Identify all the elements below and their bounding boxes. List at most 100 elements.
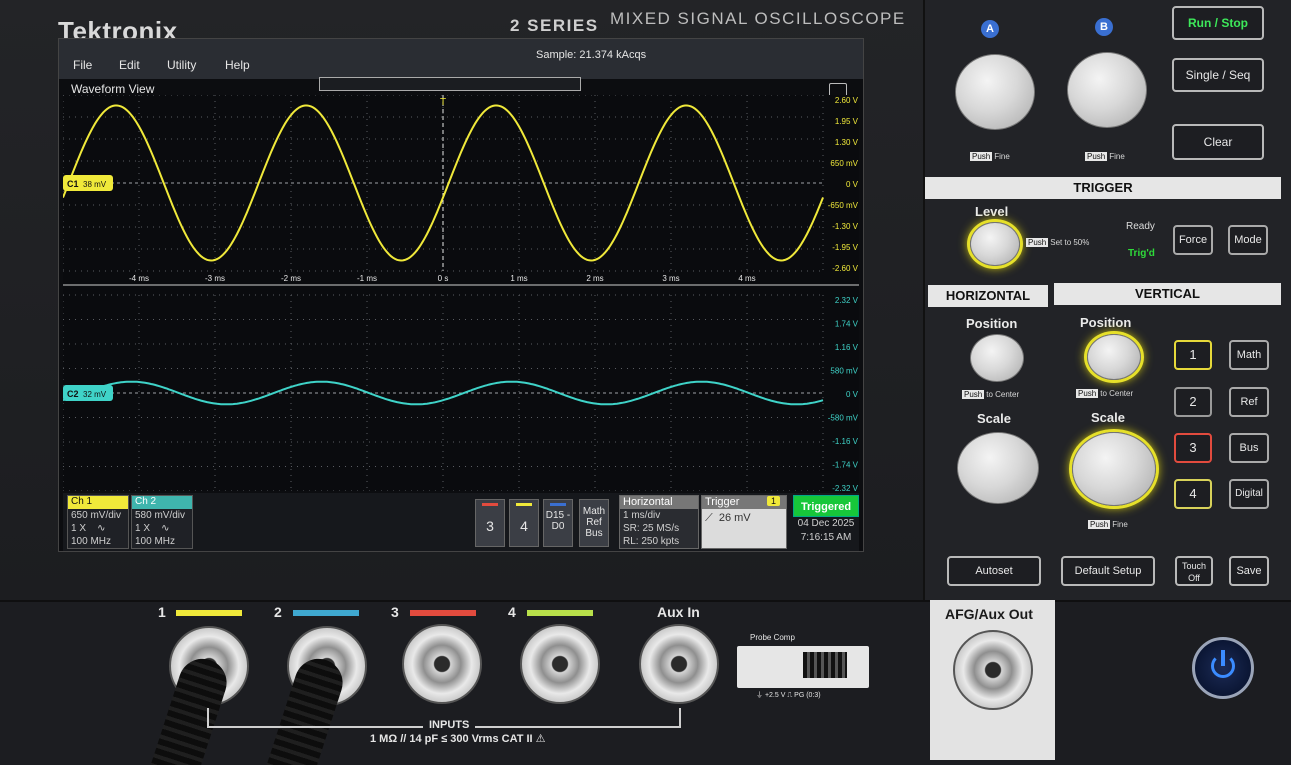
- digital-chip-label: D15 -D0: [545, 510, 571, 532]
- multipurpose-knob-b[interactable]: [1067, 52, 1147, 128]
- ch3-bnc-connector[interactable]: [402, 624, 482, 704]
- ch1-badge[interactable]: Ch 1 650 mV/div 1 X ∿ 100 MHz: [67, 495, 129, 549]
- channel-4-button[interactable]: 4: [1174, 479, 1212, 509]
- aux-in-bnc-connector[interactable]: [639, 624, 719, 704]
- touch-off-button[interactable]: Touch Off: [1175, 556, 1213, 586]
- sample-rate: SR: 25 MS/s: [623, 523, 680, 534]
- ch4-add-button[interactable]: 4: [509, 499, 539, 547]
- ch1-y-tick-label: -650 mV: [828, 201, 859, 210]
- time-readout: 7:16:15 AM: [800, 532, 852, 543]
- probe-comp-label: Probe Comp: [750, 633, 795, 642]
- ch2-probe: 1 X: [135, 523, 151, 534]
- x-tick-label: -3 ms: [205, 274, 225, 283]
- channel-1-button[interactable]: 1: [1174, 340, 1212, 370]
- menu-help[interactable]: Help: [225, 58, 250, 72]
- ch2-y-tick-label: 1.16 V: [835, 343, 859, 352]
- horizontal-badge[interactable]: Horizontal 1 ms/div SR: 25 MS/s RL: 250 …: [619, 495, 699, 549]
- default-setup-button[interactable]: Default Setup: [1061, 556, 1155, 586]
- trigger-section-head: TRIGGER: [925, 177, 1281, 199]
- trigger-position-marker: T: [440, 97, 446, 108]
- horizontal-position-knob[interactable]: [970, 334, 1024, 382]
- ch2-coupling-icon: ∿: [161, 523, 170, 534]
- x-tick-label: 4 ms: [738, 274, 755, 283]
- autoset-button[interactable]: Autoset: [947, 556, 1041, 586]
- trigger-badge-header: Trigger 1: [702, 496, 786, 509]
- math-button[interactable]: Math: [1229, 340, 1269, 370]
- ch1-y-tick-label: 1.30 V: [835, 138, 859, 147]
- ch1-bandwidth: 100 MHz: [71, 536, 112, 547]
- ch3-add-button[interactable]: 3: [475, 499, 505, 547]
- waveform-view-title: Waveform View: [71, 82, 155, 96]
- ch1-y-tick-label: 1.95 V: [835, 117, 859, 126]
- channel-3-button[interactable]: 3: [1174, 433, 1212, 463]
- x-tick-label: 0 s: [438, 274, 449, 283]
- badge-bar: Ch 1 650 mV/div 1 X ∿ 100 MHz Ch 2 580 m…: [63, 493, 859, 551]
- menu-utility[interactable]: Utility: [167, 58, 196, 72]
- save-button[interactable]: Save: [1229, 556, 1269, 586]
- waveform-area[interactable]: T 2.60 V 1.95 V 1.30 V 650 mV 0 V -650 mV -1.30…: [63, 95, 859, 491]
- ch1-scale: 650 mV/div: [71, 510, 122, 521]
- menu-bar: File Edit Utility Help Sample: 21.374 kA…: [59, 39, 863, 79]
- ch1-label-text: C1: [67, 179, 79, 189]
- ch3-chip-label: 3: [486, 518, 494, 534]
- vertical-scale-knob[interactable]: [1072, 432, 1156, 506]
- afg-bnc-connector[interactable]: [953, 630, 1033, 710]
- digital-button[interactable]: Digital: [1229, 479, 1269, 509]
- power-icon-bar: [1221, 650, 1225, 666]
- inputs-label: INPUTS: [423, 719, 476, 731]
- x-tick-label: 1 ms: [510, 274, 527, 283]
- model-label: MIXED SIGNAL OSCILLOSCOPE: [610, 9, 906, 28]
- force-trigger-button[interactable]: Force: [1173, 225, 1213, 255]
- ch2-offset-text: 32 mV: [83, 390, 107, 399]
- x-tick-label: -4 ms: [129, 274, 149, 283]
- trigger-mode-button[interactable]: Mode: [1228, 225, 1268, 255]
- ch2-scale: 580 mV/div: [135, 510, 186, 521]
- run-stop-button[interactable]: Run / Stop: [1172, 6, 1264, 40]
- horizontal-badge-title: Horizontal: [620, 496, 698, 509]
- ch1-y-tick-label: 2.60 V: [835, 96, 859, 105]
- trigger-level-push-note: Push Set to 50%: [1026, 238, 1090, 247]
- trigger-badge[interactable]: Trigger 1 ⟋ 26 mV: [701, 495, 787, 549]
- pattern-generator-pins[interactable]: [803, 652, 847, 678]
- digital-add-button[interactable]: D15 -D0: [543, 499, 573, 547]
- trigger-level: 26 mV: [718, 512, 751, 524]
- horizontal-scale-knob[interactable]: [957, 432, 1039, 504]
- trigger-level-knob[interactable]: [970, 222, 1020, 266]
- ch2-y-tick-label: 0 V: [846, 390, 859, 399]
- bus-button[interactable]: Bus: [1229, 433, 1269, 463]
- ch2-badge[interactable]: Ch 2 580 mV/div 1 X ∿ 100 MHz: [131, 495, 193, 549]
- knob-b-label: B: [1095, 18, 1113, 36]
- trigger-badge-title: Trigger: [705, 496, 740, 508]
- ch2-y-tick-label: -1.16 V: [832, 437, 858, 446]
- waveform-plot[interactable]: T 2.60 V 1.95 V 1.30 V 650 mV 0 V -650 mV -1.30…: [63, 95, 859, 491]
- ch2-connector-label: 2: [274, 604, 282, 620]
- ch4-bnc-connector[interactable]: [520, 624, 600, 704]
- vertical-scale-label: Scale: [1091, 410, 1125, 425]
- probe-comp-terminals[interactable]: [737, 646, 869, 688]
- multipurpose-knob-a[interactable]: [955, 54, 1035, 130]
- single-seq-button[interactable]: Single / Seq: [1172, 58, 1264, 92]
- horizontal-position-label: Position: [966, 316, 1018, 331]
- vertical-position-knob[interactable]: [1087, 334, 1141, 380]
- series-label: 2 SERIES: [510, 16, 599, 35]
- display-screen[interactable]: File Edit Utility Help Sample: 21.374 kA…: [58, 38, 864, 552]
- menu-edit[interactable]: Edit: [119, 58, 140, 72]
- knob-b-push-note: Push Fine: [1085, 152, 1125, 161]
- clear-button[interactable]: Clear: [1172, 124, 1264, 160]
- vertical-position-push-note: Push to Center: [1076, 389, 1134, 398]
- math-ref-bus-button[interactable]: Math Ref Bus: [579, 499, 609, 547]
- input-spec-label: 1 MΩ // 14 pF ≤ 300 Vrms CAT II ⚠: [370, 733, 546, 745]
- ch2-badge-title: Ch 2: [132, 496, 192, 509]
- waveform-overview-bar[interactable]: [319, 77, 581, 91]
- knob-a-push-note: Push Fine: [970, 152, 1010, 161]
- ref-button[interactable]: Ref: [1229, 387, 1269, 417]
- ch2-y-tick-label: -580 mV: [828, 414, 859, 423]
- ch2-bandwidth: 100 MHz: [135, 536, 176, 547]
- power-button[interactable]: [1192, 637, 1254, 699]
- channel-2-button[interactable]: 2: [1174, 387, 1212, 417]
- probe-comp-footer: ⏚ +2.5 V ⎍ PG (0:3): [756, 692, 821, 699]
- ch1-color-band: [176, 610, 242, 616]
- ch1-y-tick-label: -2.60 V: [832, 264, 858, 273]
- vertical-position-label: Position: [1080, 315, 1132, 330]
- menu-file[interactable]: File: [73, 58, 92, 72]
